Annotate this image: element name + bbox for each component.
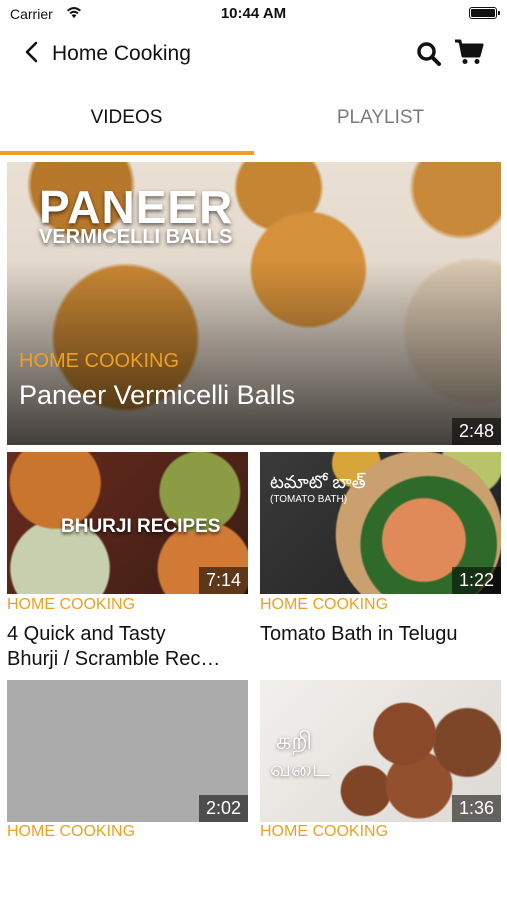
video-thumbnail[interactable]: BHURJI RECIPES 7:14 xyxy=(7,452,248,594)
thumbnail-overlay-subtitle: VERMICELLI BALLS xyxy=(39,226,233,248)
video-title-line1[interactable]: 4 Quick and Tasty xyxy=(7,622,166,647)
back-chevron-icon[interactable] xyxy=(22,38,42,68)
channel-label: HOME COOKING xyxy=(260,823,389,840)
thumbnail-overlay-text: BHURJI RECIPES xyxy=(61,516,221,537)
duration-badge: 7:14 xyxy=(198,567,248,594)
video-title-line2[interactable]: Bhurji / Scramble Rec… xyxy=(7,647,220,672)
duration-badge: 1:36 xyxy=(451,795,501,822)
video-title: Paneer Vermicelli Balls xyxy=(19,380,296,410)
video-thumbnail[interactable]: கறி வடை 1:36 xyxy=(260,680,501,822)
cart-icon[interactable] xyxy=(454,38,484,66)
duration-badge: 2:02 xyxy=(198,795,248,822)
channel-label: HOME COOKING xyxy=(7,596,136,613)
duration-badge: 2:48 xyxy=(451,418,501,445)
battery-icon xyxy=(469,7,500,19)
thumbnail-overlay-subtext: (TOMATO BATH) xyxy=(270,494,348,505)
clock: 10:44 AM xyxy=(220,5,287,22)
video-thumbnail[interactable]: టమాటో బాత్ (TOMATO BATH) 1:22 xyxy=(260,452,501,594)
nav-bar: Home Cooking xyxy=(0,30,507,76)
search-icon[interactable] xyxy=(416,41,442,67)
duration-badge: 1:22 xyxy=(451,567,501,594)
video-thumbnail[interactable]: 2:02 xyxy=(7,680,248,822)
video-title-line1[interactable]: Tomato Bath in Telugu xyxy=(260,622,458,647)
featured-video-card[interactable]: PANEER VERMICELLI BALLS HOME COOKING Pan… xyxy=(7,162,501,445)
thumbnail-overlay-subtext: வடை xyxy=(270,756,330,781)
status-bar: Carrier 10:44 AM xyxy=(0,0,507,28)
tab-selected-indicator xyxy=(0,151,254,155)
tab-bar: VIDEOS PLAYLIST xyxy=(0,96,507,156)
channel-label: HOME COOKING xyxy=(260,596,389,613)
channel-label: HOME COOKING xyxy=(19,350,180,372)
channel-label: HOME COOKING xyxy=(7,823,136,840)
page-title: Home Cooking xyxy=(52,42,191,65)
thumbnail-overlay-text: கறி xyxy=(276,728,312,755)
tab-videos[interactable]: VIDEOS xyxy=(0,96,253,140)
tab-playlist[interactable]: PLAYLIST xyxy=(254,96,507,140)
